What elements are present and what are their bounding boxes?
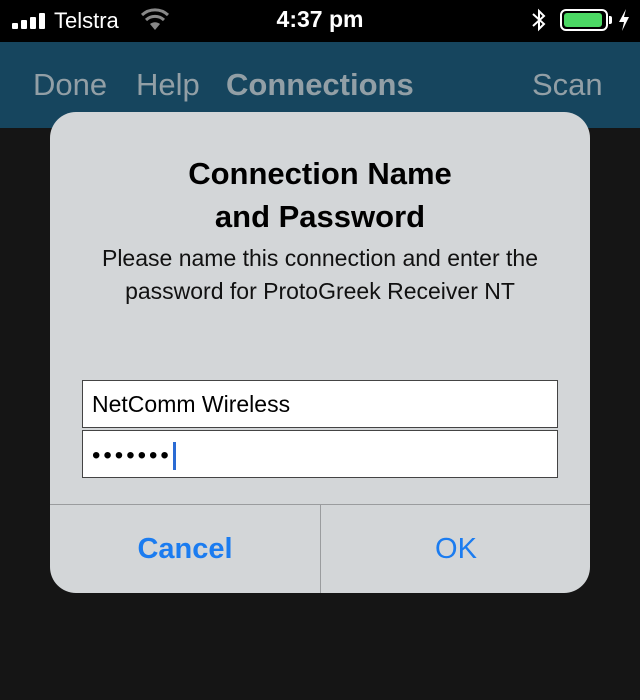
dialog-message: Please name this connection and enter th…	[101, 245, 538, 304]
connection-name-value: NetComm Wireless	[92, 391, 291, 417]
battery-icon	[560, 9, 608, 31]
battery-level	[564, 13, 602, 27]
password-input[interactable]: •••••••	[82, 430, 558, 478]
status-bar: Telstra 4:37 pm	[0, 0, 640, 42]
text-cursor	[172, 441, 176, 470]
cancel-button[interactable]: Cancel	[50, 505, 320, 593]
dialog-title: Connection Name and Password	[50, 152, 590, 238]
connection-alert-dialog: Connection Name and Password Please name…	[50, 112, 590, 593]
dialog-title-line1: Connection Name	[188, 156, 452, 191]
dialog-title-line2: and Password	[214, 199, 426, 234]
password-value: •••••••	[92, 441, 172, 469]
battery-cap	[609, 16, 612, 24]
connection-name-input[interactable]: NetComm Wireless	[82, 380, 558, 428]
charging-bolt-icon	[619, 9, 629, 31]
bluetooth-icon	[532, 8, 546, 32]
ok-button[interactable]: OK	[321, 505, 590, 593]
